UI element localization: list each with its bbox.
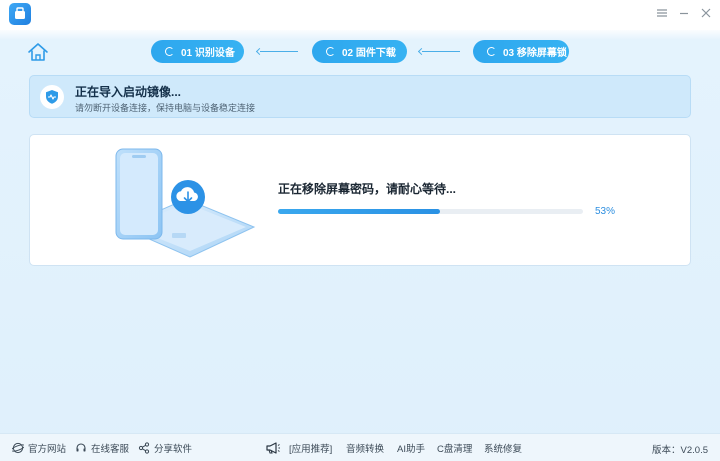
megaphone-icon <box>265 441 285 455</box>
status-panel: 正在导入启动镜像... 请勿断开设备连接，保持电脑与设备稳定连接 <box>29 75 691 118</box>
step-label: 02 固件下载 <box>342 48 396 59</box>
ai-assistant-link[interactable]: AI助手 <box>397 441 425 455</box>
online-support-link[interactable]: 在线客服 <box>75 441 129 455</box>
audio-convert-link[interactable]: 音频转换 <box>346 441 384 455</box>
step-connector <box>255 47 298 56</box>
progress-fill <box>278 209 440 214</box>
home-icon[interactable] <box>27 42 49 62</box>
footer-link-label: 官方网站 <box>28 444 67 455</box>
globe-icon <box>12 442 24 454</box>
phone-download-illustration <box>108 147 258 259</box>
loading-ring-icon <box>326 47 335 56</box>
c-drive-cleanup-link[interactable]: C盘清理 <box>437 441 472 455</box>
loading-ring-icon <box>165 47 174 56</box>
status-subtitle: 请勿断开设备连接，保持电脑与设备稳定连接 <box>75 103 256 113</box>
share-software-link[interactable]: 分享软件 <box>138 441 192 455</box>
progress-bar <box>278 209 583 214</box>
title-bar <box>0 0 720 30</box>
headset-icon <box>76 443 86 452</box>
close-icon[interactable] <box>699 6 715 22</box>
official-website-link[interactable]: 官方网站 <box>12 441 66 455</box>
step-remove-screen-lock: 03 移除屏幕锁 <box>473 40 569 63</box>
footer-bar: 官方网站 在线客服 分享软件 [应用推荐] 音频转换 AI助手 C盘清理 系统修… <box>0 433 720 461</box>
step-connector <box>417 47 460 56</box>
minimize-icon[interactable] <box>677 6 693 22</box>
progress-percent: 53% <box>595 206 616 217</box>
app-logo-icon <box>9 3 31 25</box>
progress-card: 正在移除屏幕密码，请耐心等待... 53% <box>29 134 691 266</box>
app-recommend-label[interactable]: [应用推荐] <box>289 441 332 455</box>
version-label: 版本：V2.0.5 <box>652 445 708 456</box>
progress-label: 正在移除屏幕密码，请耐心等待... <box>278 182 457 196</box>
footer-link-label: 在线客服 <box>91 444 130 455</box>
shield-heartbeat-icon <box>40 85 64 109</box>
step-label: 03 移除屏幕锁 <box>503 48 567 59</box>
step-firmware-download: 02 固件下载 <box>312 40 407 63</box>
menu-icon[interactable] <box>655 6 671 22</box>
footer-link-label: 分享软件 <box>154 444 193 455</box>
status-title: 正在导入启动镜像... <box>75 85 182 99</box>
loading-ring-icon <box>487 47 496 56</box>
step-identify-device: 01 识别设备 <box>151 40 244 63</box>
system-repair-link[interactable]: 系统修复 <box>484 441 522 455</box>
share-icon <box>138 442 150 454</box>
step-label: 01 识别设备 <box>181 48 235 59</box>
